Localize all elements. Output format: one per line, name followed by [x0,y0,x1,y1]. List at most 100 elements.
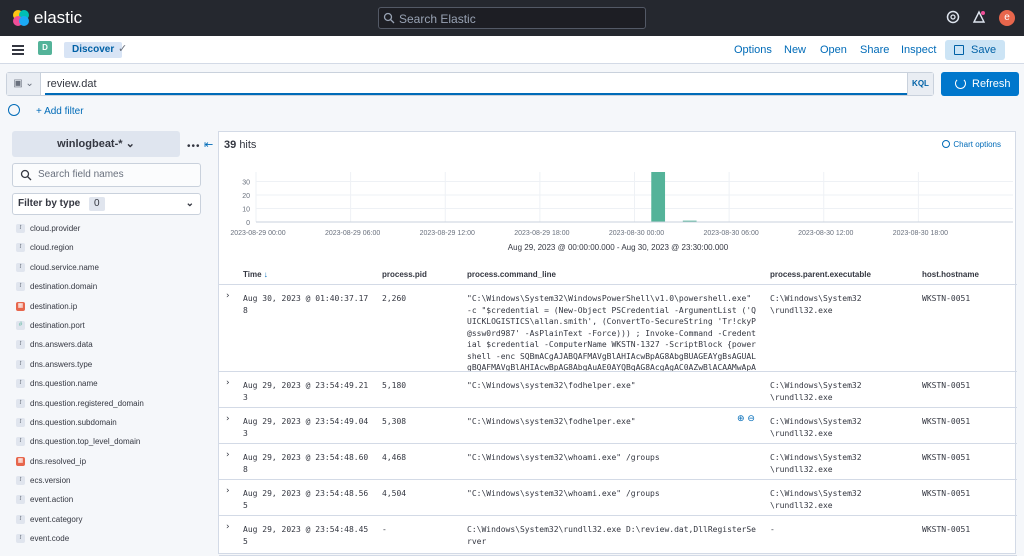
field-item[interactable]: t cloud.provider [16,219,201,238]
expand-row-icon[interactable]: › [226,291,230,301]
field-item[interactable]: ▦ destination.ip [16,297,201,316]
ip-field-type-icon: ▦ [16,301,25,311]
field-search-input[interactable]: Search field names [12,163,201,187]
field-item[interactable]: t ecs.version [16,471,201,490]
save-icon [954,45,964,55]
index-pattern-selector[interactable]: winlogbeat-* ⌄ [12,131,180,157]
chart-options-button[interactable]: Chart options [942,140,1001,149]
saved-query-picker[interactable]: ▣ ⌄ [7,73,41,95]
global-search-placeholder: Search Elastic [399,12,476,26]
table-row[interactable]: › Aug 30, 2023 @ 01:40:37.178 2,260 "C:\Win… [219,285,1017,372]
column-header-parent-executable[interactable]: process.parent.executable [770,270,871,279]
field-item[interactable]: t event.action [16,490,201,509]
string-field-type-icon: t [16,282,25,292]
field-item[interactable]: t event.code [16,529,201,548]
field-item[interactable]: t destination.domain [16,277,201,296]
pid-cell: 4,504 [382,489,407,498]
time-cell: Aug 30, 2023 @ 01:40:37.178 [243,294,369,315]
field-name: ecs.version [30,476,71,486]
global-search-input[interactable]: Search Elastic [378,7,646,29]
field-name: destination.port [30,320,85,330]
open-link[interactable]: Open [820,44,847,56]
field-item[interactable]: t dns.question.registered_domain [16,394,201,413]
column-header-command-line[interactable]: process.command_line [467,270,556,279]
brand-name: elastic [34,8,83,27]
query-bar: ▣ ⌄ review.dat KQL [6,72,934,96]
time-cell: Aug 29, 2023 @ 23:54:48.455 [243,525,369,546]
table-row[interactable]: › Aug 29, 2023 @ 23:54:48.565 4,504 "C:\Win… [219,480,1017,516]
filter-by-type-button[interactable]: Filter by type 0 ⌄ [12,193,201,215]
string-field-type-icon: t [16,417,25,427]
x-tick-label: 2023-08-29 06:00 [325,230,380,237]
x-tick-label: 2023-08-30 12:00 [798,230,853,237]
field-item[interactable]: t dns.answers.type [16,355,201,374]
field-name: destination.domain [30,282,98,292]
parent-executable-cell: C:\Windows\System32\rundll32.exe [770,453,862,474]
save-button[interactable]: Save [945,40,1005,60]
field-item[interactable]: t dns.question.top_level_domain [16,432,201,451]
more-options-icon[interactable]: ••• [187,141,201,152]
hits-label: hits [239,139,257,151]
time-cell: Aug 29, 2023 @ 23:54:48.565 [243,489,369,510]
refresh-icon [955,78,966,89]
field-item[interactable]: t cloud.region [16,238,201,257]
pid-cell: 4,468 [382,453,407,462]
field-name: cloud.provider [30,224,81,233]
global-header: elastic Search Elastic e [0,0,1024,36]
expand-row-icon[interactable]: › [226,450,230,460]
string-field-type-icon: t [16,340,25,350]
search-icon [383,12,395,24]
help-icon[interactable] [946,10,960,24]
expand-row-icon[interactable]: › [226,486,230,496]
hostname-cell: WKSTN-0051 [922,453,971,462]
field-name: destination.ip [30,301,78,311]
query-input[interactable]: review.dat [45,73,907,95]
x-tick-label: 2023-08-30 18:00 [893,230,948,237]
options-link[interactable]: Options [734,44,772,56]
chevron-icon: ✓ [118,43,128,55]
hostname-cell: WKSTN-0051 [922,417,971,426]
field-item[interactable]: t event.category [16,510,201,529]
expand-row-icon[interactable]: › [226,414,230,424]
filter-for-value-icon[interactable]: ⊕ ⊖ [737,414,755,424]
space-avatar[interactable]: D [38,41,52,55]
add-filter-button[interactable]: + Add filter [36,106,84,117]
string-field-type-icon: t [16,437,25,447]
column-header-time[interactable]: Time ↓ [243,270,268,279]
field-item[interactable]: ▦ dns.resolved_ip [16,452,201,471]
parent-executable-cell: C:\Windows\System32\rundll32.exe [770,417,862,438]
breadcrumb[interactable]: Discover [64,42,123,58]
user-avatar[interactable]: e [999,10,1015,26]
refresh-button[interactable]: Refresh [941,72,1019,96]
table-row[interactable]: › Aug 29, 2023 @ 23:54:48.455 - C:\Windows\… [219,516,1017,556]
new-link[interactable]: New [784,44,806,56]
field-item[interactable]: t dns.question.subdomain [16,413,201,432]
field-name: dns.question.name [30,379,98,389]
field-item[interactable]: t dns.question.name [16,374,201,393]
field-item[interactable]: t cloud.service.name [16,258,201,277]
table-row[interactable]: › Aug 29, 2023 @ 23:54:48.608 4,468 "C:\Win… [219,444,1017,480]
column-header-hostname[interactable]: host.hostname [922,270,979,279]
field-item[interactable]: t dns.answers.data [16,335,201,354]
table-row[interactable]: › Aug 29, 2023 @ 23:54:49.043 5,308 "C:\Win… [219,408,1017,444]
field-name: dns.question.subdomain [30,417,117,427]
field-name: dns.resolved_ip [30,456,87,466]
newsfeed-icon[interactable] [972,10,986,24]
field-item[interactable]: # destination.port [16,316,201,335]
expand-row-icon[interactable]: › [226,522,230,532]
collapse-sidebar-icon[interactable]: ⇤ [204,138,213,151]
table-row[interactable]: › Aug 29, 2023 @ 23:54:49.213 5,180 "C:\Win… [219,372,1017,408]
share-link[interactable]: Share [860,44,889,56]
query-language-toggle[interactable]: KQL [907,73,933,95]
string-field-type-icon: t [16,398,25,408]
inspect-link[interactable]: Inspect [901,44,936,56]
filter-options-icon[interactable] [8,104,20,116]
expand-row-icon[interactable]: › [226,378,230,388]
menu-icon[interactable] [12,45,24,55]
pid-cell: 5,308 [382,417,407,426]
elastic-logo-icon[interactable] [12,9,30,27]
y-tick-label: 10 [242,206,250,213]
x-tick-label: 2023-08-29 18:00 [514,230,569,237]
column-header-pid[interactable]: process.pid [382,270,427,279]
time-cell: Aug 29, 2023 @ 23:54:49.213 [243,381,369,402]
